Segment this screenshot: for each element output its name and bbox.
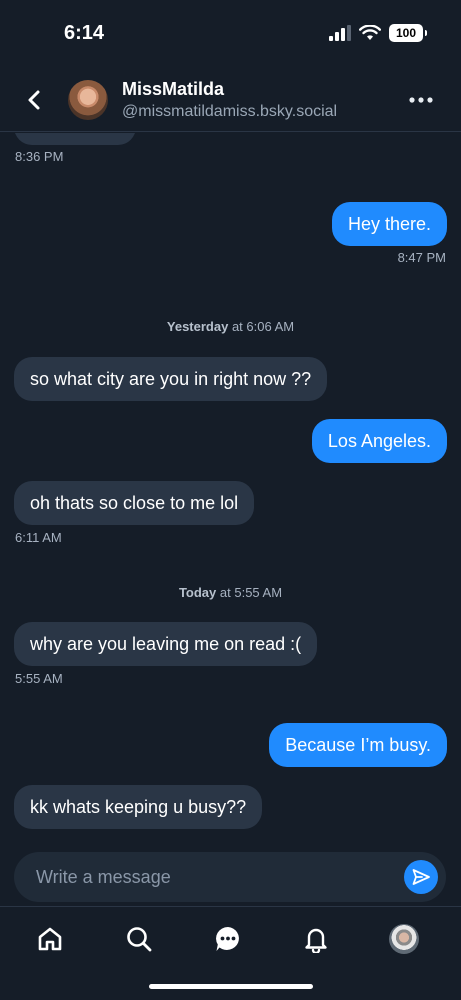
bell-icon	[305, 928, 327, 953]
nav-chat-button[interactable]	[210, 921, 246, 957]
profile-avatar	[389, 924, 419, 954]
contact-handle[interactable]: @missmatildamiss.bsky.social	[122, 103, 337, 121]
search-icon	[127, 927, 152, 952]
date-separator: Today at 5:55 AM	[0, 585, 461, 600]
nav-search-button[interactable]	[121, 921, 157, 957]
message-bubble-incoming[interactable]: why are you leaving me on read :(	[14, 622, 318, 666]
more-horizontal-icon	[409, 97, 433, 103]
status-icons: 100	[329, 24, 427, 42]
message-composer	[14, 852, 446, 902]
date-separator-day: Yesterday	[166, 319, 229, 334]
contact-avatar[interactable]	[68, 80, 108, 120]
message-bubble-incoming[interactable]: oh thats so close to me lol	[14, 481, 255, 525]
conversation-header: MissMatilda @missmatildamiss.bsky.social	[0, 68, 461, 132]
message-bubble-outgoing[interactable]: Because I’m busy.	[269, 723, 447, 767]
chevron-left-icon	[28, 90, 40, 110]
home-indicator	[149, 984, 313, 989]
status-time: 6:14	[64, 22, 105, 44]
message-bubble-incoming[interactable]: kk whats keeping u busy??	[14, 785, 263, 829]
battery-level: 100	[395, 26, 417, 40]
status-bar: 6:14 100	[0, 0, 461, 68]
nav-notifications-button[interactable]	[298, 921, 334, 957]
message-timestamp: 5:55 AM	[15, 671, 63, 686]
send-button[interactable]	[404, 860, 438, 894]
message-timestamp: 8:36 PM	[15, 149, 64, 164]
message-bubble-incoming[interactable]: so what city are you in right now ??	[14, 357, 328, 401]
message-bubble-outgoing[interactable]: Hey there.	[331, 202, 447, 246]
date-separator-time: at 6:06 AM	[228, 319, 295, 334]
message-list[interactable]: 8:36 PM Hey there. 8:47 PM Yesterday at …	[0, 133, 461, 848]
home-icon	[38, 927, 62, 951]
back-button[interactable]	[20, 86, 48, 114]
wifi-icon	[359, 25, 381, 40]
message-bubble-outgoing[interactable]: Los Angeles.	[311, 419, 447, 463]
date-separator-day: Today	[178, 585, 217, 600]
message-timestamp: 6:11 AM	[15, 530, 62, 545]
message-bubble-partial[interactable]	[14, 133, 136, 145]
date-separator: Yesterday at 6:06 AM	[0, 319, 461, 334]
chat-screen: 6:14 100 MissMatilda @missmatildamiss.bs…	[0, 0, 461, 1000]
battery-icon: 100	[389, 24, 427, 42]
date-separator-time: at 5:55 AM	[216, 585, 283, 600]
message-input[interactable]	[36, 852, 396, 902]
contact-name[interactable]: MissMatilda	[122, 79, 224, 100]
chat-icon	[216, 927, 239, 951]
more-options-button[interactable]	[407, 88, 435, 112]
send-icon	[412, 869, 430, 885]
message-timestamp: 8:47 PM	[397, 250, 446, 265]
nav-home-button[interactable]	[32, 921, 68, 957]
cellular-signal-icon	[329, 25, 351, 41]
nav-profile-button[interactable]	[386, 921, 422, 957]
